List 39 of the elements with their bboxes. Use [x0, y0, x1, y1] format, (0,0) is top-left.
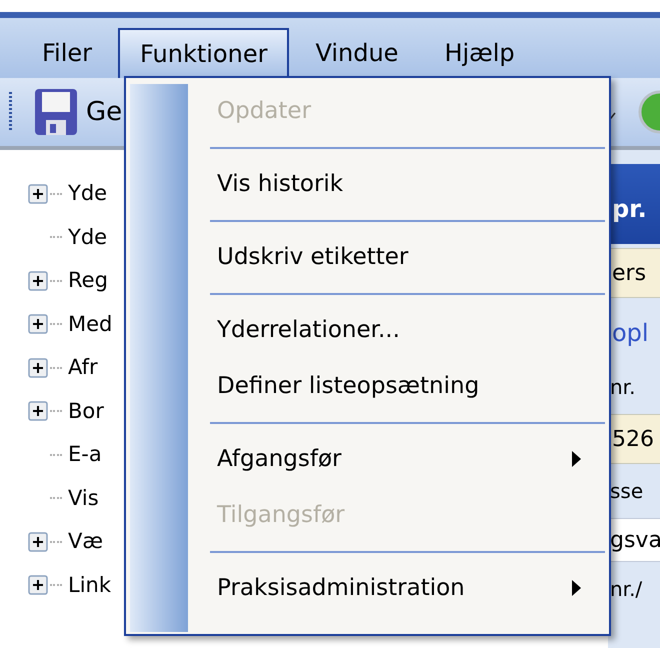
- text-field[interactable]: gsva: [608, 518, 660, 562]
- tree-item[interactable]: Yde: [68, 222, 108, 253]
- panel-title: pr.: [612, 194, 647, 225]
- submenu-arrow-icon: [572, 451, 581, 467]
- menu-bar-item[interactable]: Hjælp: [424, 28, 535, 78]
- expand-icon[interactable]: [28, 532, 48, 552]
- tree-item[interactable]: Link: [68, 570, 112, 601]
- tree-item[interactable]: Væ: [68, 526, 103, 558]
- menu-item[interactable]: Vis historik: [210, 156, 605, 212]
- tree-item[interactable]: Afr: [68, 352, 98, 384]
- menu-bar-item[interactable]: Funktioner: [118, 28, 290, 78]
- tree-item[interactable]: Reg: [68, 265, 108, 296]
- tree-item[interactable]: Yde: [68, 178, 108, 210]
- menu-item[interactable]: Udskriv etiketter: [210, 229, 605, 285]
- expand-icon[interactable]: [28, 270, 48, 291]
- save-button[interactable]: Ge: [34, 88, 122, 136]
- menu-item[interactable]: Praksisadministration: [210, 560, 605, 616]
- tree-item[interactable]: Bor: [68, 396, 104, 427]
- field-label: nr./: [610, 576, 642, 603]
- menu-item[interactable]: Afgangsfør: [210, 431, 605, 487]
- submenu-arrow-icon: [572, 580, 581, 596]
- section-link[interactable]: opl: [612, 315, 649, 351]
- field-label: sse: [610, 478, 644, 505]
- tree-item[interactable]: Med: [68, 308, 112, 340]
- tree-item[interactable]: E-a: [68, 439, 102, 470]
- toolbar-grip-icon: [8, 92, 14, 132]
- text-field[interactable]: ers: [608, 248, 660, 298]
- expand-icon[interactable]: [28, 358, 48, 378]
- expand-icon[interactable]: [28, 401, 48, 422]
- tree-item[interactable]: Vis: [68, 482, 99, 514]
- menu-item[interactable]: Definer listeopsætning: [210, 358, 605, 414]
- expand-icon[interactable]: [28, 314, 48, 334]
- menu-item[interactable]: Yderrelationer...: [210, 302, 605, 358]
- menu-bar-item[interactable]: Vindue: [295, 28, 418, 78]
- expand-icon[interactable]: [28, 575, 48, 596]
- menu-bar-item[interactable]: Filer: [22, 28, 112, 78]
- field-label: nr.: [610, 374, 636, 401]
- text-field[interactable]: 526: [608, 414, 660, 464]
- expand-icon[interactable]: [28, 184, 48, 204]
